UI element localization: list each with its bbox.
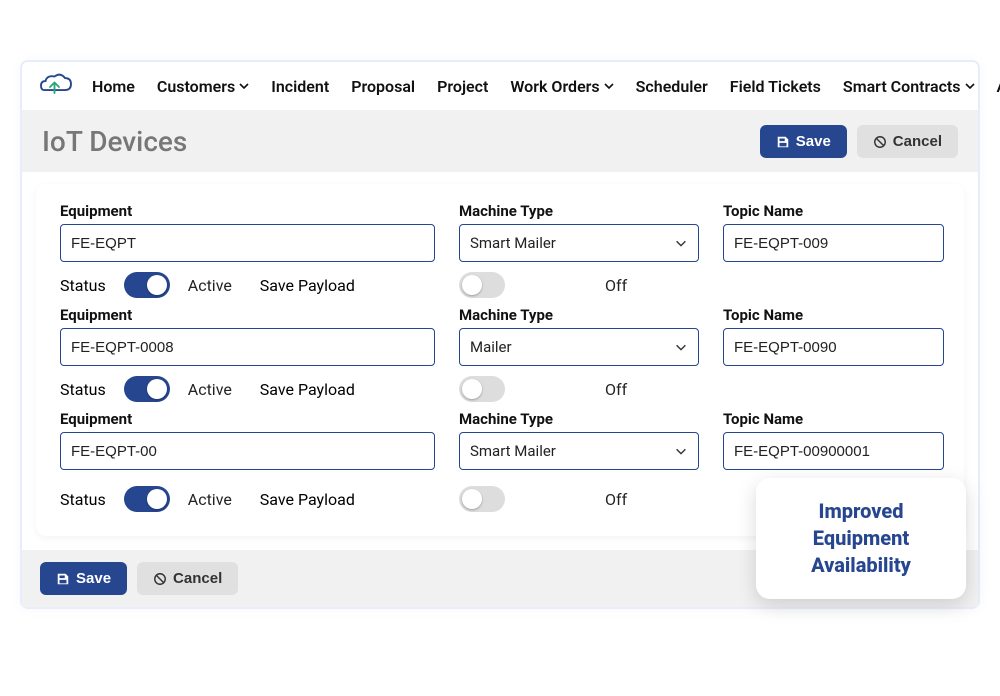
topic-name-label: Topic Name (723, 306, 944, 324)
topic-name-label: Topic Name (723, 202, 944, 220)
page-header: IoT Devices Save Cancel (22, 111, 978, 172)
device-row: Equipment Machine Type Smart Mailer Topi… (60, 202, 940, 262)
nav-scheduler[interactable]: Scheduler (636, 77, 708, 96)
equipment-label: Equipment (60, 306, 435, 324)
machine-type-label: Machine Type (459, 410, 699, 428)
machine-type-select[interactable]: Smart Mailer (459, 224, 699, 262)
nav-home[interactable]: Home (92, 77, 135, 96)
cancel-button[interactable]: Cancel (857, 125, 958, 158)
nav-assets[interactable]: Assets (997, 77, 1000, 96)
save-icon (56, 572, 70, 586)
status-toggle[interactable] (124, 486, 170, 512)
save-icon (776, 135, 790, 149)
payload-value: Off (605, 276, 659, 295)
status-value: Active (188, 276, 242, 295)
device-row: Equipment Machine Type Mailer Topic Name (60, 306, 940, 366)
machine-type-label: Machine Type (459, 202, 699, 220)
callout-text: Improved Equipment Availability (784, 498, 938, 579)
machine-type-select[interactable]: Mailer (459, 328, 699, 366)
page-title: IoT Devices (42, 125, 187, 158)
chevron-down-icon (604, 81, 614, 91)
nav-project[interactable]: Project (437, 77, 488, 96)
chevron-down-icon (674, 340, 688, 354)
topic-name-label: Topic Name (723, 410, 944, 428)
save-payload-label: Save Payload (260, 380, 355, 399)
equipment-input[interactable] (60, 224, 435, 262)
nav-smart-contracts[interactable]: Smart Contracts (843, 77, 975, 96)
equipment-label: Equipment (60, 410, 435, 428)
status-label: Status (60, 380, 106, 399)
nav-work-orders[interactable]: Work Orders (510, 77, 613, 96)
save-payload-label: Save Payload (260, 490, 355, 509)
nav-proposal[interactable]: Proposal (351, 77, 415, 96)
device-status-row: Status Active Save Payload Off (60, 272, 940, 298)
callout-card: Improved Equipment Availability (756, 478, 966, 599)
cancel-icon (873, 135, 887, 149)
cancel-button[interactable]: Cancel (137, 562, 238, 595)
topic-name-input[interactable] (723, 328, 944, 366)
payload-value: Off (605, 380, 659, 399)
payload-toggle[interactable] (459, 376, 505, 402)
status-value: Active (188, 380, 242, 399)
nav-field-tickets[interactable]: Field Tickets (730, 77, 821, 96)
chevron-down-icon (239, 81, 249, 91)
machine-type-select[interactable]: Smart Mailer (459, 432, 699, 470)
equipment-input[interactable] (60, 328, 435, 366)
app-logo (38, 72, 74, 100)
chevron-down-icon (674, 444, 688, 458)
payload-value: Off (605, 490, 659, 509)
save-payload-label: Save Payload (260, 276, 355, 295)
topic-name-input[interactable] (723, 224, 944, 262)
topic-name-input[interactable] (723, 432, 944, 470)
top-nav: Home Customers Incident Proposal Project… (22, 62, 978, 111)
nav-customers[interactable]: Customers (157, 77, 249, 96)
app-window: Home Customers Incident Proposal Project… (20, 60, 980, 609)
payload-toggle[interactable] (459, 486, 505, 512)
cancel-icon (153, 572, 167, 586)
status-value: Active (188, 490, 242, 509)
chevron-down-icon (674, 236, 688, 250)
nav-items: Home Customers Incident Proposal Project… (92, 77, 1000, 96)
save-button[interactable]: Save (40, 562, 127, 595)
chevron-down-icon (965, 81, 975, 91)
device-status-row: Status Active Save Payload Off (60, 376, 940, 402)
nav-incident[interactable]: Incident (271, 77, 329, 96)
status-label: Status (60, 276, 106, 295)
status-label: Status (60, 490, 106, 509)
equipment-input[interactable] (60, 432, 435, 470)
status-toggle[interactable] (124, 376, 170, 402)
payload-toggle[interactable] (459, 272, 505, 298)
machine-type-label: Machine Type (459, 306, 699, 324)
device-row: Equipment Machine Type Smart Mailer Topi… (60, 410, 940, 470)
equipment-label: Equipment (60, 202, 435, 220)
header-actions: Save Cancel (760, 125, 958, 158)
save-button[interactable]: Save (760, 125, 847, 158)
status-toggle[interactable] (124, 272, 170, 298)
